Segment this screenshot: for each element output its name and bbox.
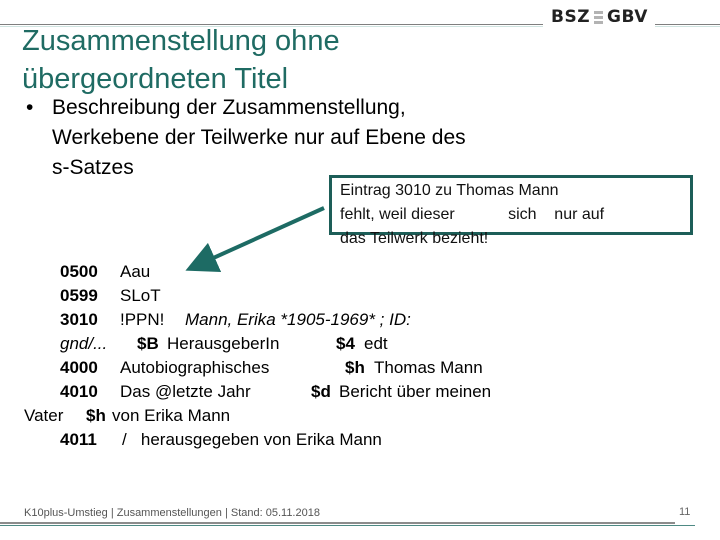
subfield-code: $B bbox=[137, 334, 159, 353]
record-line-4000: 4000 Autobiographisches $h Thomas Mann bbox=[60, 356, 483, 380]
subfield-value: HerausgeberIn bbox=[167, 334, 280, 353]
field-value-cont: Vater bbox=[24, 406, 64, 425]
subfield-value: edt bbox=[364, 334, 388, 353]
footer-text: K10plus-Umstieg | Zusammenstellungen | S… bbox=[24, 507, 320, 519]
field-value: Mann, Erika *1905-1969* ; ID: bbox=[185, 310, 411, 329]
field-value: SLoT bbox=[120, 286, 161, 305]
field-value: / herausgegeben von Erika Mann bbox=[122, 430, 382, 449]
record-line-3010: 3010 !PPN! Mann, Erika *1905-1969* ; ID: bbox=[60, 308, 411, 332]
footer-rule-accent bbox=[0, 525, 695, 526]
field-code: 4010 bbox=[60, 382, 98, 401]
callout-arrow-icon bbox=[185, 206, 325, 272]
field-ppn: !PPN! bbox=[120, 310, 165, 329]
subfield-code: $4 bbox=[336, 334, 355, 353]
field-value-cont: gnd/... bbox=[60, 334, 108, 353]
record-line-0500: 0500 Aau bbox=[60, 260, 150, 284]
subfield-code: $h bbox=[86, 406, 106, 425]
footer-rule bbox=[0, 522, 675, 524]
page-number: 11 bbox=[679, 506, 691, 518]
subfield-value: Bericht über meinen bbox=[339, 382, 492, 401]
field-code: 4011 bbox=[60, 430, 97, 449]
field-code: 4000 bbox=[60, 358, 98, 377]
record-line-4011: 4011 / herausgegeben von Erika Mann bbox=[60, 428, 382, 452]
subfield-code: $d bbox=[311, 382, 331, 401]
subfield-value: von Erika Mann bbox=[112, 406, 231, 425]
field-value: Aau bbox=[120, 262, 151, 281]
field-code: 0599 bbox=[60, 286, 98, 305]
record-line-3010-cont: gnd/... $B HerausgeberIn $4 edt bbox=[60, 332, 388, 356]
subfield-code: $h bbox=[345, 358, 365, 377]
field-code: 3010 bbox=[60, 310, 98, 329]
arrow-line bbox=[185, 206, 325, 272]
record-line-4010-cont: Vater $h von Erika Mann bbox=[24, 404, 230, 428]
record-line-0599: 0599 SLoT bbox=[60, 284, 161, 308]
subfield-value: Thomas Mann bbox=[374, 358, 483, 377]
field-value: Autobiographisches bbox=[120, 358, 270, 377]
field-value: Das @letzte Jahr bbox=[120, 382, 251, 401]
field-code: 0500 bbox=[60, 262, 98, 281]
record-line-4010: 4010 Das @letzte Jahr $d Bericht über me… bbox=[60, 380, 491, 404]
